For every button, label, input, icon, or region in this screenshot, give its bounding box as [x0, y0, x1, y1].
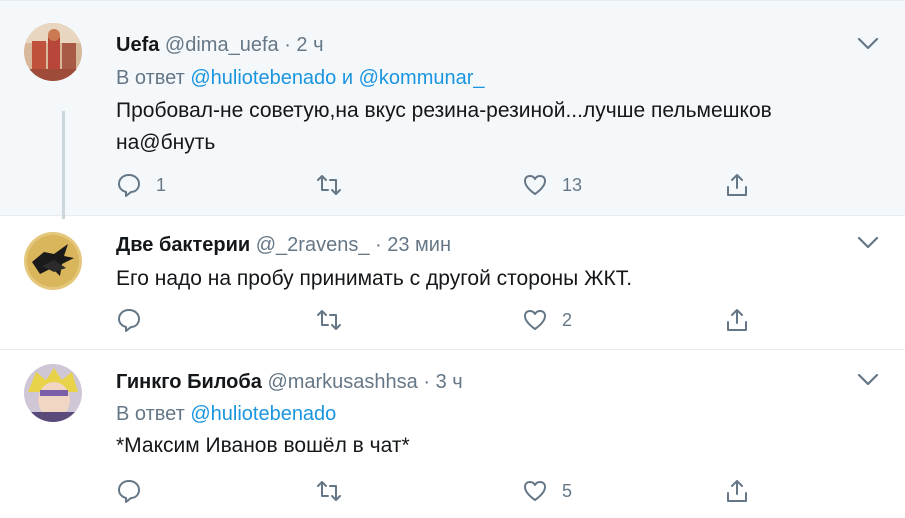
tweet-header: Две бактерии @_2ravens_ · 23 мин: [116, 234, 451, 257]
share-button[interactable]: [724, 476, 750, 506]
tweet-text: Его надо на пробу принимать с другой сто…: [116, 267, 633, 290]
like-icon: [524, 175, 546, 195]
avatar[interactable]: [24, 364, 82, 422]
tweet-header: Гинкго Билоба @markusashhsa · 3 ч: [116, 371, 463, 394]
reply-mention-link[interactable]: @huliotebenado: [190, 67, 336, 89]
reply-icon: [118, 174, 140, 197]
reply-context: В ответ @huliotebenado и @kommunar_: [116, 67, 485, 90]
tweet-text: *Максим Иванов вошёл в чат*: [116, 434, 410, 457]
tweet-3[interactable]: Гинкго Билоба @markusashhsa · 3 ч В отве…: [0, 350, 905, 518]
reply-icon: [118, 309, 140, 332]
reply-prefix: В ответ: [116, 403, 185, 425]
chevron-down-icon[interactable]: [857, 37, 879, 51]
reply-button[interactable]: 1: [116, 170, 166, 200]
like-button[interactable]: 5: [522, 476, 572, 506]
like-count: 13: [562, 174, 583, 195]
share-icon: [727, 174, 747, 196]
reply-conjunction: и: [341, 67, 354, 89]
reply-icon: [118, 480, 140, 503]
reply-button[interactable]: [116, 305, 156, 335]
chevron-down-icon[interactable]: [857, 236, 879, 250]
display-name[interactable]: Uefa: [116, 34, 159, 56]
reply-prefix: В ответ: [116, 67, 185, 89]
timestamp[interactable]: 23 мин: [387, 234, 451, 256]
like-count: 2: [562, 309, 573, 330]
reply-count: 1: [156, 174, 167, 195]
separator-dot: ·: [284, 34, 291, 56]
thread-line: [62, 111, 65, 219]
user-handle[interactable]: @_2ravens_: [256, 234, 370, 256]
tweet-text: Пробовал-не советую,на вкус резина-резин…: [116, 99, 772, 154]
display-name[interactable]: Гинкго Билоба: [116, 371, 262, 393]
like-button[interactable]: 2: [522, 305, 572, 335]
tweet-1[interactable]: Uefa @dima_uefa · 2 ч В ответ @huliotebe…: [0, 0, 905, 219]
retweet-button[interactable]: [316, 476, 342, 506]
retweet-icon: [317, 481, 341, 501]
retweet-icon: [317, 310, 341, 330]
like-button[interactable]: 13: [522, 170, 582, 200]
timestamp[interactable]: 2 ч: [296, 34, 323, 56]
reply-mention-link[interactable]: @kommunar_: [359, 67, 485, 89]
share-icon: [727, 480, 747, 502]
chevron-down-icon[interactable]: [857, 373, 879, 387]
separator-dot: ·: [375, 234, 382, 256]
separator-dot: ·: [423, 371, 431, 393]
share-button[interactable]: [724, 170, 750, 200]
avatar[interactable]: [24, 23, 82, 81]
reply-button[interactable]: [116, 476, 156, 506]
reply-mention-link[interactable]: @huliotebenado: [190, 403, 336, 425]
tweet-header: Uefa @dima_uefa · 2 ч: [116, 34, 324, 57]
reply-context: В ответ @huliotebenado: [116, 403, 336, 426]
tweet-2[interactable]: Две бактерии @_2ravens_ · 23 мин Его над…: [0, 215, 905, 350]
display-name[interactable]: Две бактерии: [116, 234, 250, 256]
retweet-icon: [317, 175, 341, 195]
timestamp[interactable]: 3 ч: [436, 371, 463, 393]
user-handle[interactable]: @dima_uefa: [165, 34, 279, 56]
retweet-button[interactable]: [316, 305, 342, 335]
like-icon: [524, 481, 546, 501]
like-icon: [524, 310, 546, 330]
retweet-button[interactable]: [316, 170, 342, 200]
like-count: 5: [562, 480, 573, 501]
avatar[interactable]: [24, 232, 82, 290]
share-button[interactable]: [724, 305, 750, 335]
share-icon: [727, 309, 747, 331]
user-handle[interactable]: @markusashhsa: [267, 371, 417, 393]
